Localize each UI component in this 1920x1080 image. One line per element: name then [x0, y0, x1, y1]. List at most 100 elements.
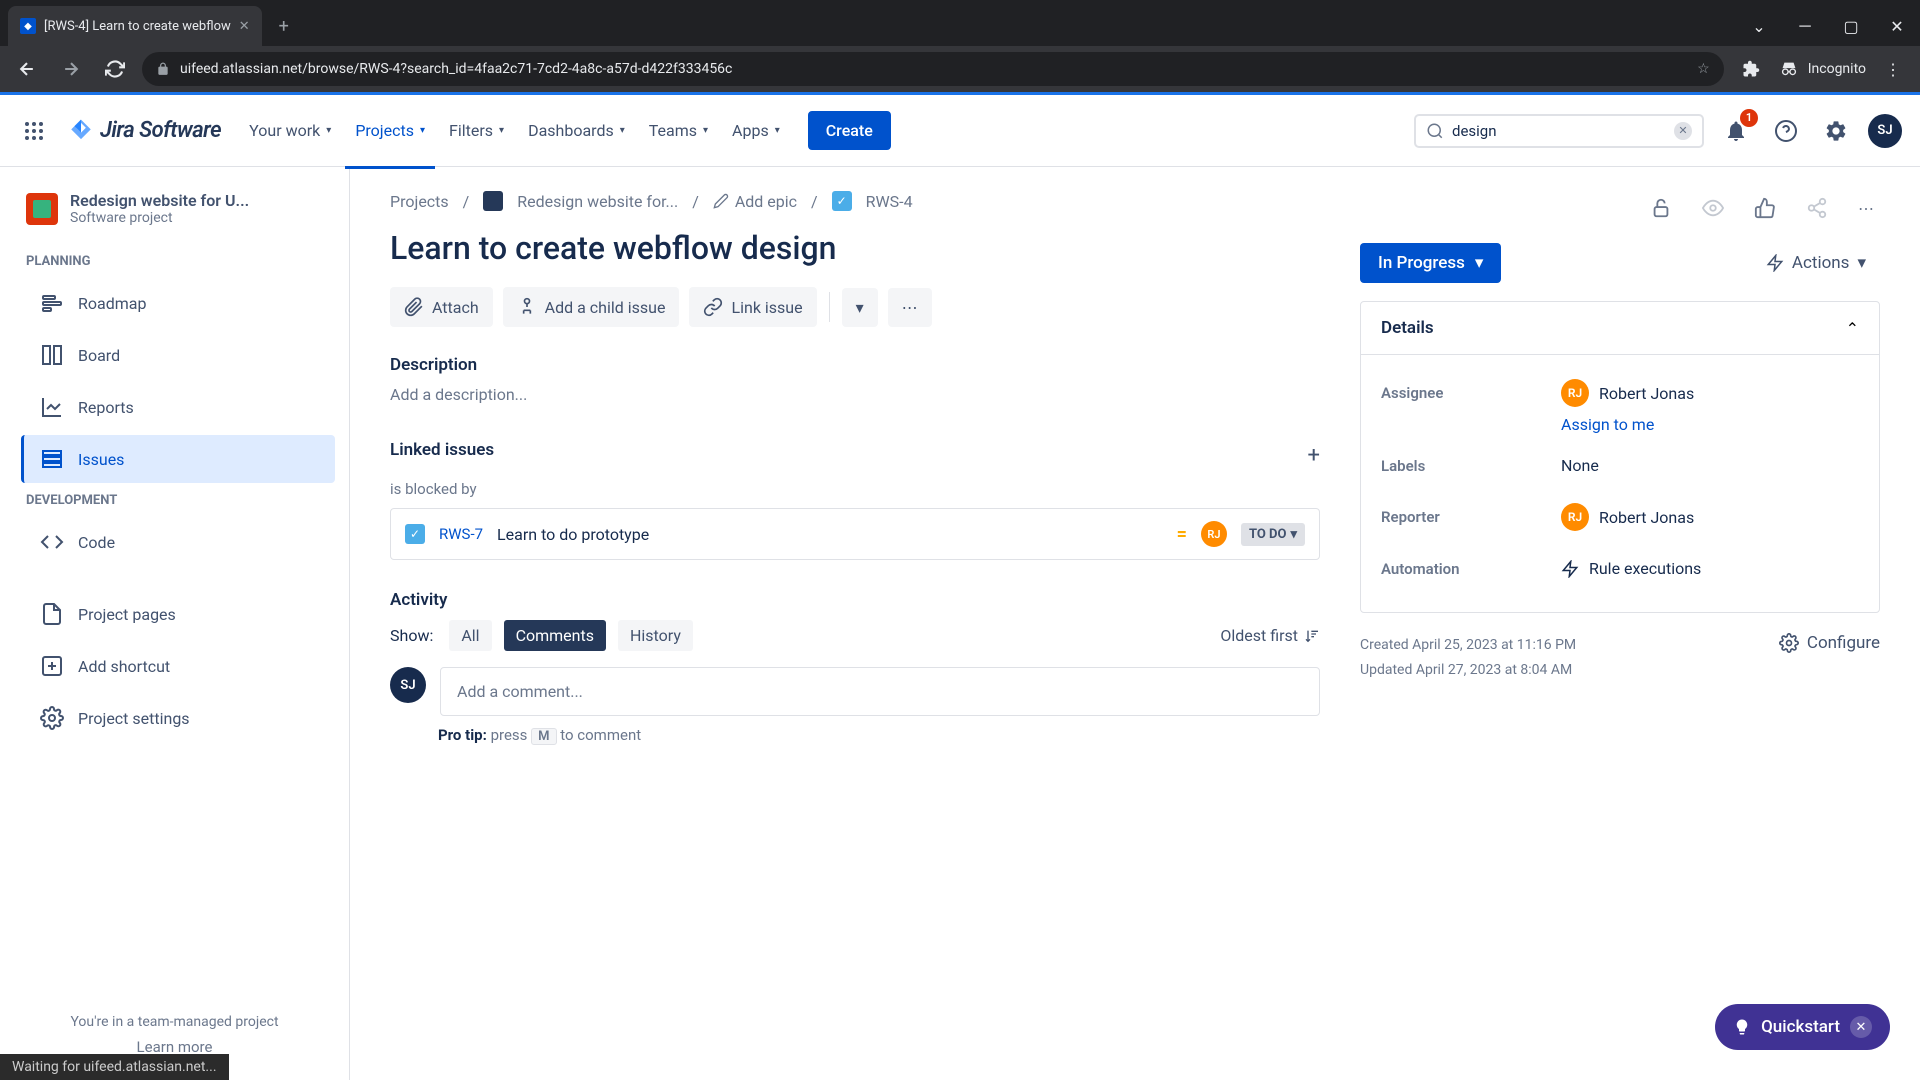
sidebar-item-issues[interactable]: Issues — [21, 435, 335, 483]
like-icon[interactable] — [1748, 191, 1782, 225]
project-name: Redesign website for U... — [70, 191, 249, 210]
issue-more-icon[interactable]: ⋯ — [1852, 193, 1880, 224]
tabs-overview-icon[interactable]: ⌄ — [1736, 6, 1782, 46]
nav-items: Your work▾ Projects▾ Filters▾ Dashboards… — [239, 113, 790, 148]
breadcrumb-issue-key[interactable]: RWS-4 — [866, 192, 913, 211]
add-linked-issue-button[interactable]: + — [1308, 443, 1320, 468]
settings-icon[interactable] — [1818, 113, 1854, 149]
more-icon: ⋯ — [902, 298, 918, 317]
attach-button[interactable]: Attach — [390, 287, 493, 327]
notifications-icon[interactable]: 1 — [1718, 113, 1754, 149]
pencil-icon — [713, 193, 729, 209]
nav-dashboards[interactable]: Dashboards▾ — [518, 113, 635, 148]
nav-your-work[interactable]: Your work▾ — [239, 113, 341, 148]
jira-logo[interactable]: Jira Software — [68, 118, 221, 144]
watch-icon[interactable] — [1696, 191, 1730, 225]
child-icon — [517, 297, 537, 317]
browser-tab[interactable]: ◆ [RWS-4] Learn to create webflow ✕ — [8, 6, 262, 46]
sidebar-item-add-shortcut[interactable]: Add shortcut — [24, 642, 335, 690]
sidebar-item-reports[interactable]: Reports — [24, 383, 335, 431]
project-type: Software project — [70, 210, 249, 226]
quickstart-button[interactable]: Quickstart ✕ — [1715, 1004, 1890, 1050]
tab-comments[interactable]: Comments — [504, 620, 606, 651]
link-dropdown[interactable]: ▾ — [842, 288, 878, 327]
add-child-button[interactable]: Add a child issue — [503, 287, 680, 327]
bolt-icon — [1561, 560, 1579, 578]
comment-input[interactable]: Add a comment... — [440, 667, 1320, 716]
tab-history[interactable]: History — [618, 620, 693, 651]
maximize-icon[interactable]: ▢ — [1828, 6, 1874, 46]
actions-dropdown[interactable]: Actions ▾ — [1752, 243, 1880, 283]
project-header[interactable]: Redesign website for U... Software proje… — [10, 191, 339, 246]
chevron-down-icon: ▾ — [775, 125, 780, 136]
search-input[interactable] — [1452, 122, 1666, 140]
jira-logo-text: Jira Software — [100, 118, 221, 143]
updated-timestamp: Updated April 27, 2023 at 8:04 AM — [1360, 658, 1576, 683]
sort-button[interactable]: Oldest first — [1220, 626, 1320, 645]
back-button[interactable] — [10, 52, 44, 86]
sidebar-item-project-settings[interactable]: Project settings — [24, 694, 335, 742]
assignee-value[interactable]: RJ Robert Jonas — [1561, 379, 1694, 407]
quickstart-close-icon[interactable]: ✕ — [1850, 1016, 1872, 1038]
user-avatar[interactable]: SJ — [1868, 114, 1902, 148]
linked-status-badge[interactable]: TO DO ▾ — [1241, 523, 1305, 546]
close-window-icon[interactable]: ✕ — [1874, 6, 1920, 46]
automation-value[interactable]: Rule executions — [1561, 559, 1701, 578]
close-tab-icon[interactable]: ✕ — [239, 19, 250, 34]
chevron-down-icon: ▾ — [326, 125, 331, 136]
status-dropdown[interactable]: In Progress ▾ — [1360, 243, 1501, 283]
sidebar-item-code[interactable]: Code — [24, 518, 335, 566]
chevron-down-icon: ▾ — [1290, 527, 1297, 542]
help-icon[interactable] — [1768, 113, 1804, 149]
share-icon[interactable] — [1800, 191, 1834, 225]
reload-button[interactable] — [98, 52, 132, 86]
linked-issue-row[interactable]: ✓ RWS-7 Learn to do prototype = RJ TO DO… — [390, 508, 1320, 560]
labels-label: Labels — [1381, 457, 1561, 475]
nav-filters[interactable]: Filters▾ — [439, 113, 514, 148]
new-tab-button[interactable]: + — [270, 12, 298, 40]
app-switcher-icon[interactable] — [18, 115, 50, 147]
create-button[interactable]: Create — [808, 111, 891, 150]
jira-logo-icon — [68, 118, 94, 144]
issue-title[interactable]: Learn to create webflow design — [390, 229, 1320, 267]
clear-search-icon[interactable]: ✕ — [1674, 122, 1692, 140]
details-toggle[interactable]: Details ⌃ — [1361, 302, 1879, 355]
linked-assignee-avatar: RJ — [1201, 521, 1227, 547]
link-issue-button[interactable]: Link issue — [689, 287, 816, 327]
nav-projects[interactable]: Projects▾ — [345, 113, 435, 148]
tab-all[interactable]: All — [449, 620, 491, 651]
labels-value[interactable]: None — [1561, 456, 1599, 475]
nav-apps[interactable]: Apps▾ — [722, 113, 790, 148]
description-field[interactable]: Add a description... — [390, 385, 1320, 404]
sidebar-item-project-pages[interactable]: Project pages — [24, 590, 335, 638]
assign-to-me-link[interactable]: Assign to me — [1561, 415, 1859, 434]
bolt-icon — [1766, 254, 1784, 272]
extensions-icon[interactable] — [1734, 52, 1768, 86]
minimize-icon[interactable]: ─ — [1782, 6, 1828, 46]
configure-button[interactable]: Configure — [1779, 633, 1880, 653]
nav-teams[interactable]: Teams▾ — [639, 113, 718, 148]
breadcrumb-projects[interactable]: Projects — [390, 192, 449, 211]
forward-button[interactable] — [54, 52, 88, 86]
add-epic-button[interactable]: Add epic — [713, 192, 797, 211]
notification-badge: 1 — [1740, 109, 1758, 127]
linked-issues-label: Linked issues — [390, 440, 494, 460]
sidebar-item-board[interactable]: Board — [24, 331, 335, 379]
sidebar-item-roadmap[interactable]: Roadmap — [24, 279, 335, 327]
planning-section-label: PLANNING — [10, 246, 339, 277]
bookmark-icon[interactable]: ☆ — [1697, 61, 1710, 77]
roadmap-icon — [40, 291, 64, 315]
gear-icon — [40, 706, 64, 730]
lock-icon — [156, 62, 170, 76]
search-box[interactable]: ✕ — [1414, 114, 1704, 148]
linked-issue-key[interactable]: RWS-7 — [439, 525, 483, 543]
browser-menu-icon[interactable]: ⋮ — [1876, 52, 1910, 86]
reporter-value[interactable]: RJ Robert Jonas — [1561, 503, 1694, 531]
more-actions-button[interactable]: ⋯ — [888, 288, 932, 327]
breadcrumb-project[interactable]: Redesign website for... — [517, 192, 678, 211]
url-bar[interactable]: uifeed.atlassian.net/browse/RWS-4?search… — [142, 52, 1724, 86]
project-icon — [26, 193, 58, 225]
incognito-badge[interactable]: Incognito — [1778, 58, 1866, 80]
lock-icon[interactable] — [1644, 191, 1678, 225]
show-label: Show: — [390, 626, 433, 645]
